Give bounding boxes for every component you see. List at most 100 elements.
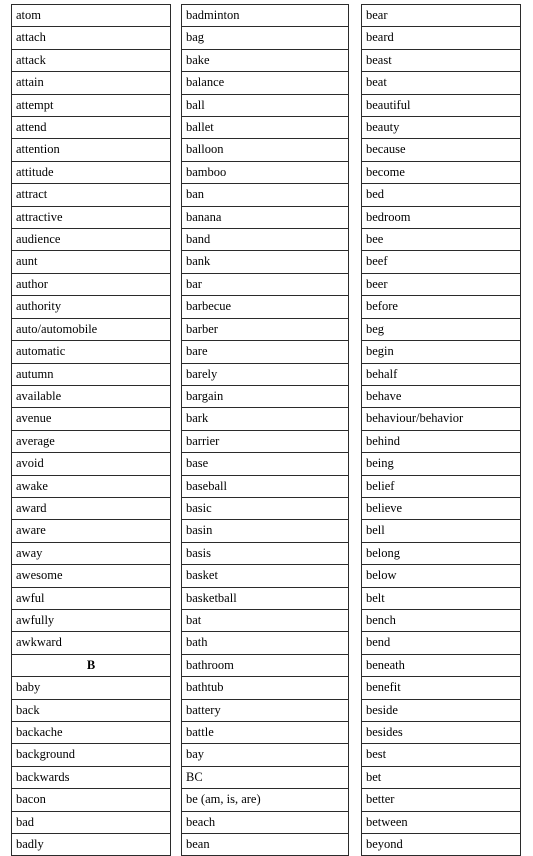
word-cell: average xyxy=(11,429,171,454)
word-cell: banana xyxy=(181,205,349,230)
word-row: beat xyxy=(361,71,521,95)
word-row: badminton xyxy=(181,3,349,28)
word-row: attack xyxy=(11,48,171,73)
word-row: bath xyxy=(181,631,349,655)
word-cell: attention xyxy=(11,138,171,162)
word-row: bedroom xyxy=(361,205,521,230)
word-row: author xyxy=(11,272,171,297)
word-row: believe xyxy=(361,496,521,521)
word-cell: bag xyxy=(181,26,349,50)
word-row: bear xyxy=(361,3,521,28)
word-cell: battle xyxy=(181,720,349,745)
word-row: back xyxy=(11,698,171,723)
word-row: basic xyxy=(181,496,349,521)
word-cell: automatic xyxy=(11,340,171,364)
word-row: beef xyxy=(361,250,521,274)
word-cell: ban xyxy=(181,183,349,207)
word-row: background xyxy=(11,743,171,767)
word-row: behaviour/behavior xyxy=(361,407,521,431)
word-row: backwards xyxy=(11,765,171,790)
word-cell: beg xyxy=(361,317,521,342)
word-row: bat xyxy=(181,608,349,633)
word-cell: below xyxy=(361,564,521,588)
word-row: battle xyxy=(181,720,349,745)
word-row: attractive xyxy=(11,205,171,230)
letter-heading-cell: B xyxy=(11,653,171,678)
word-row: belong xyxy=(361,541,521,566)
word-row: beauty xyxy=(361,116,521,140)
word-cell: beast xyxy=(361,48,521,73)
word-row: bathroom xyxy=(181,653,349,678)
word-cell: beef xyxy=(361,250,521,274)
word-row: between xyxy=(361,810,521,835)
word-row: beyond xyxy=(361,833,521,856)
word-row: bare xyxy=(181,340,349,364)
word-cell: bean xyxy=(181,833,349,856)
word-row: beard xyxy=(361,26,521,50)
word-cell: beside xyxy=(361,698,521,723)
word-row: belief xyxy=(361,474,521,498)
word-row: baseball xyxy=(181,474,349,498)
word-row: awesome xyxy=(11,564,171,588)
word-cell: belt xyxy=(361,586,521,610)
word-row: band xyxy=(181,228,349,252)
word-cell: before xyxy=(361,295,521,319)
word-row: bay xyxy=(181,743,349,767)
word-row: baby xyxy=(11,676,171,700)
word-cell: besides xyxy=(361,720,521,745)
word-cell: bear xyxy=(361,3,521,28)
word-row: aunt xyxy=(11,250,171,274)
word-cell: behalf xyxy=(361,362,521,386)
word-cell: best xyxy=(361,743,521,767)
word-row: besides xyxy=(361,720,521,745)
word-cell: bank xyxy=(181,250,349,274)
word-cell: back xyxy=(11,698,171,723)
word-cell: atom xyxy=(11,3,171,28)
word-cell: between xyxy=(361,810,521,835)
word-row: attempt xyxy=(11,93,171,118)
word-cell: belong xyxy=(361,541,521,566)
word-cell: auto/automobile xyxy=(11,317,171,342)
word-row: become xyxy=(361,160,521,185)
word-row: awful xyxy=(11,586,171,610)
word-cell: attract xyxy=(11,183,171,207)
word-cell: autumn xyxy=(11,362,171,386)
word-cell: basis xyxy=(181,541,349,566)
word-row: basket xyxy=(181,564,349,588)
word-cell: bedroom xyxy=(361,205,521,230)
word-cell: bend xyxy=(361,631,521,655)
word-row: bean xyxy=(181,833,349,856)
word-cell: bee xyxy=(361,228,521,252)
word-cell: bad xyxy=(11,810,171,835)
word-row: away xyxy=(11,541,171,566)
word-cell: beer xyxy=(361,272,521,297)
word-cell: barbecue xyxy=(181,295,349,319)
word-cell: ballet xyxy=(181,116,349,140)
word-row: beer xyxy=(361,272,521,297)
word-cell: award xyxy=(11,496,171,521)
word-row: balance xyxy=(181,71,349,95)
word-row: attract xyxy=(11,183,171,207)
word-cell: beneath xyxy=(361,653,521,678)
word-row: award xyxy=(11,496,171,521)
word-cell: behave xyxy=(361,384,521,409)
word-row: barbecue xyxy=(181,295,349,319)
word-row: bar xyxy=(181,272,349,297)
word-cell: barber xyxy=(181,317,349,342)
word-row: beast xyxy=(361,48,521,73)
word-row: bamboo xyxy=(181,160,349,185)
word-cell: ball xyxy=(181,93,349,118)
word-row: beach xyxy=(181,810,349,835)
word-cell: authority xyxy=(11,295,171,319)
word-cell: attend xyxy=(11,116,171,140)
word-cell: better xyxy=(361,788,521,812)
word-cell: begin xyxy=(361,340,521,364)
word-cell: benefit xyxy=(361,676,521,700)
word-table-3: bear beard beast beat beautiful beauty because… xyxy=(361,3,521,856)
word-cell: behind xyxy=(361,429,521,454)
word-row: be (am, is, are) xyxy=(181,788,349,812)
word-row: ball xyxy=(181,93,349,118)
word-row: barely xyxy=(181,362,349,386)
word-row: best xyxy=(361,743,521,767)
word-row: behave xyxy=(361,384,521,409)
